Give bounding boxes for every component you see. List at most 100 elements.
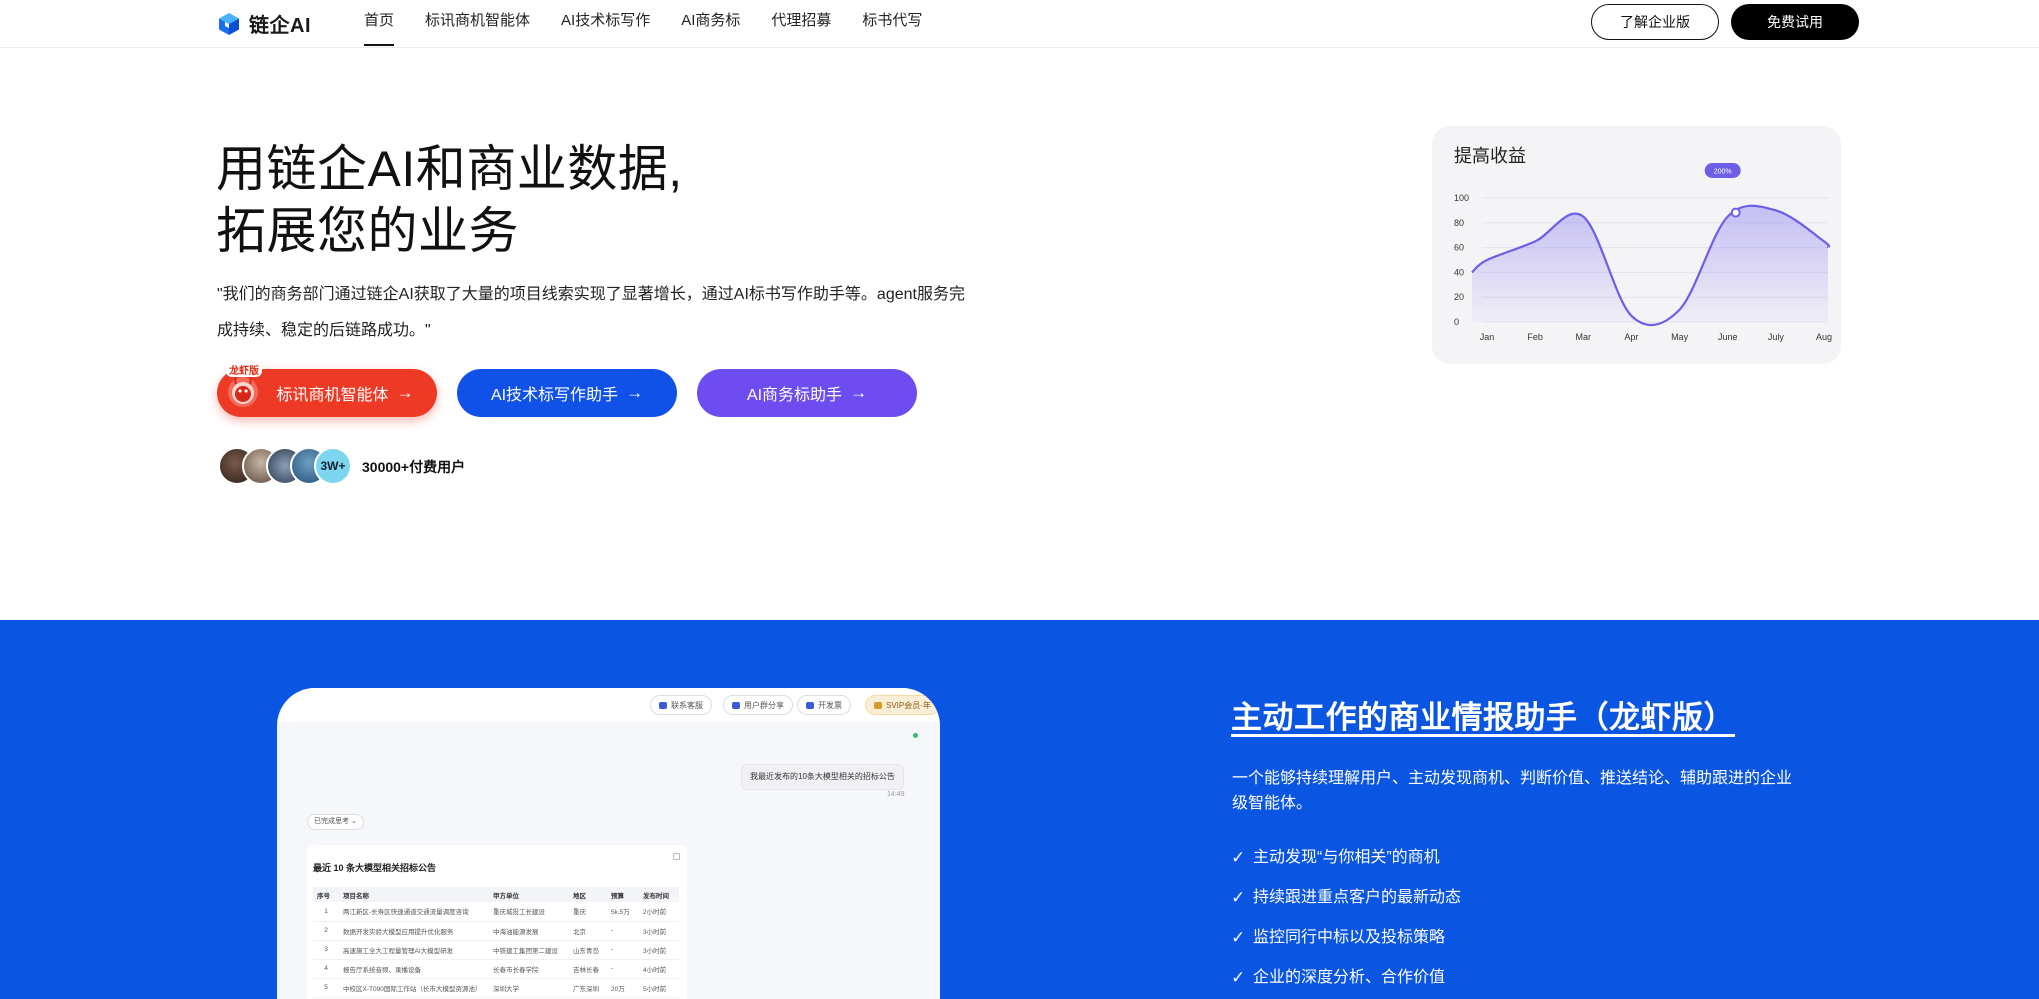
- table-header: 发布时间: [639, 887, 679, 902]
- table-cell: 3小时前: [639, 921, 679, 941]
- chart-y-tick-label: 60: [1454, 243, 1464, 253]
- table-cell: 重庆城投工长建设: [489, 902, 569, 922]
- arrow-right-icon: →: [396, 383, 414, 402]
- hero-title: 用链企AI和商业数据, 拓展您的业务: [216, 138, 683, 262]
- share-group-pill[interactable]: 用户群分享: [723, 695, 793, 715]
- chart-y-tick-label: 40: [1454, 267, 1464, 277]
- table-cell: 山东青岛: [569, 940, 607, 960]
- nav-link-bid-writing[interactable]: 标书代写: [862, 0, 922, 48]
- table-header: 项目名称: [339, 887, 489, 902]
- lobster-badge: 龙虾版: [226, 362, 262, 377]
- nav-link-home[interactable]: 首页: [364, 0, 395, 48]
- table-cell: 5小时前: [639, 978, 679, 998]
- table-cell: 北京: [569, 921, 607, 941]
- invoice-pill[interactable]: 开发票: [797, 695, 851, 715]
- headset-icon: [659, 701, 667, 709]
- check-icon: ✓: [1231, 928, 1246, 947]
- table-cell: 长春市长春学院: [489, 959, 569, 979]
- user-avatars: 3W+: [218, 447, 358, 485]
- table-cell: 报告厅系统音频、录播设备: [339, 959, 489, 979]
- table-cell: -: [607, 921, 639, 941]
- table-cell: -: [607, 940, 639, 960]
- feature-description: 一个能够持续理解用户、主动发现商机、判断价值、推送结论、辅助跟进的企业级智能体。: [1232, 770, 1793, 812]
- table-cell: -: [607, 959, 639, 979]
- feature-points: ✓ 主动发现“与你相关”的商机 ✓ 持续跟进重点客户的最新动态 ✓ 监控同行中标以及投…: [1231, 845, 1461, 999]
- check-icon: ✓: [1231, 848, 1246, 867]
- bid-table: 序号 项目名称 甲方单位 地区 预算 发布时间 1 两江新区-长寿区快速通道交通…: [313, 887, 679, 998]
- nav-link-ai-tech-bid[interactable]: AI技术标写作: [561, 0, 650, 48]
- ai-tech-bid-cta-label: AI技术标写作助手: [490, 387, 619, 404]
- table-row[interactable]: 4 报告厅系统音频、录播设备 长春市长春学院 吉林长春 - 4小时前: [313, 959, 679, 979]
- result-card: 最近 10 条大模型相关招标公告 序号 项目名称 甲方单位 地区 预算 发布时间…: [307, 845, 687, 999]
- table-header: 地区: [569, 887, 607, 902]
- chat-icon: [732, 701, 740, 709]
- free-trial-button[interactable]: 免费试用: [1731, 4, 1859, 40]
- feature-point-label: 企业的深度分析、合作价值: [1253, 969, 1446, 986]
- table-row[interactable]: 5 中校区X-T090国际工作站（长市大模型资源池） 深圳大学 广东深圳 20万…: [313, 978, 679, 998]
- table-cell: 重庆: [569, 902, 607, 922]
- table-cell: 4小时前: [639, 959, 679, 979]
- chart-y-tick-label: 20: [1454, 292, 1464, 302]
- arrow-right-icon: →: [626, 383, 644, 402]
- table-header-row: 序号 项目名称 甲方单位 地区 预算 发布时间: [313, 887, 679, 902]
- chart-x-tick-label: Jan: [1480, 332, 1495, 342]
- nav-link-agent-recruit[interactable]: 代理招募: [771, 0, 831, 48]
- list-item: ✓ 企业的深度分析、合作价值: [1231, 965, 1461, 999]
- avatar-count-badge: 3W+: [314, 447, 352, 485]
- table-cell: 3小时前: [639, 940, 679, 960]
- nav-link-bid-agent[interactable]: 标讯商机智能体: [425, 0, 530, 48]
- table-row[interactable]: 1 两江新区-长寿区快速通道交通流量调度咨询 重庆城投工长建设 重庆 5k.5万…: [313, 902, 679, 922]
- feature-point-label: 持续跟进重点客户的最新动态: [1253, 889, 1462, 906]
- table-cell: 广东深圳: [569, 978, 607, 998]
- list-item: ✓ 持续跟进重点客户的最新动态: [1231, 885, 1461, 925]
- hero-title-line-1: 用链企AI和商业数据,: [216, 141, 683, 197]
- table-row[interactable]: 3 高速施工全大工程量管理AI大模型研发 中铁建工集团第二建设 山东青岛 - 3…: [313, 940, 679, 960]
- chart-x-tick-label: Feb: [1527, 332, 1543, 342]
- table-cell: 2: [313, 921, 339, 941]
- feature-point-label: 主动发现“与你相关”的商机: [1253, 849, 1440, 866]
- check-icon: ✓: [1231, 888, 1246, 907]
- table-cell: 中铁建工集团第二建设: [489, 940, 569, 960]
- table-header: 序号: [313, 887, 339, 902]
- ai-business-bid-cta-label: AI商务标助手: [746, 387, 843, 404]
- chart-x-tick-label: June: [1718, 332, 1738, 342]
- support-pill[interactable]: 联系客服: [650, 695, 712, 715]
- chart-x-tick-label: Mar: [1576, 332, 1592, 342]
- logo-cube-icon: [219, 12, 239, 35]
- check-icon: ✓: [1231, 968, 1246, 987]
- logo-text: 链企AI: [249, 15, 311, 37]
- result-title: 最近 10 条大模型相关招标公告: [313, 863, 437, 873]
- chart-highlight-point: [1730, 207, 1741, 218]
- enterprise-button[interactable]: 了解企业版: [1591, 4, 1719, 40]
- table-cell: 中校区X-T090国际工作站（长市大模型资源池）: [339, 978, 489, 998]
- ai-tech-bid-cta-button[interactable]: AI技术标写作助手 →: [457, 369, 677, 417]
- nav-link-ai-business-bid[interactable]: AI商务标: [681, 0, 740, 48]
- share-group-pill-label: 用户群分享: [744, 700, 784, 710]
- list-item: ✓ 监控同行中标以及投标策略: [1231, 925, 1461, 965]
- table-cell: 5k.5万: [607, 902, 639, 922]
- table-cell: 3: [313, 940, 339, 960]
- table-cell: 4: [313, 959, 339, 979]
- chart-y-tick-label: 80: [1454, 218, 1464, 228]
- nav-links: 首页 标讯商机智能体 AI技术标写作 AI商务标 代理招募 标书代写: [364, 0, 953, 48]
- copy-icon[interactable]: [673, 853, 680, 860]
- list-item: ✓ 主动发现“与你相关”的商机: [1231, 845, 1461, 885]
- hero-title-line-2: 拓展您的业务: [216, 203, 519, 259]
- thought-toggle[interactable]: 已完成思考 ⌄: [307, 814, 364, 830]
- revenue-chart-card: 0 20 40 60 80 100 Jan Feb Mar Apr May June July Aug …: [1432, 126, 1841, 364]
- svip-pill[interactable]: SVIP会员·年: [865, 695, 940, 715]
- chart-x-tick-label: May: [1671, 332, 1689, 342]
- feature-title[interactable]: 主动工作的商业情报助手（龙虾版）: [1231, 692, 1735, 737]
- feature-point-label: 监控同行中标以及投标策略: [1253, 929, 1446, 946]
- chart-y-tick-label: 100: [1454, 193, 1469, 203]
- logo[interactable]: 链企AI: [217, 9, 311, 38]
- chart-title: 提高收益: [1454, 146, 1526, 166]
- table-cell: 5: [313, 978, 339, 998]
- top-navbar: 链企AI 首页 标讯商机智能体 AI技术标写作 AI商务标 代理招募 标书代写 …: [0, 0, 2039, 48]
- ai-business-bid-cta-button[interactable]: AI商务标助手 →: [697, 369, 917, 417]
- table-row[interactable]: 2 数据开发实验大模型应用提升优化服务 中海油能源发展 北京 - 3小时前: [313, 921, 679, 941]
- crown-icon: [874, 701, 882, 709]
- arrow-right-icon: →: [850, 383, 868, 402]
- message-timestamp: 14:49: [887, 791, 905, 798]
- bid-agent-cta-label: 标讯商机智能体: [276, 387, 389, 404]
